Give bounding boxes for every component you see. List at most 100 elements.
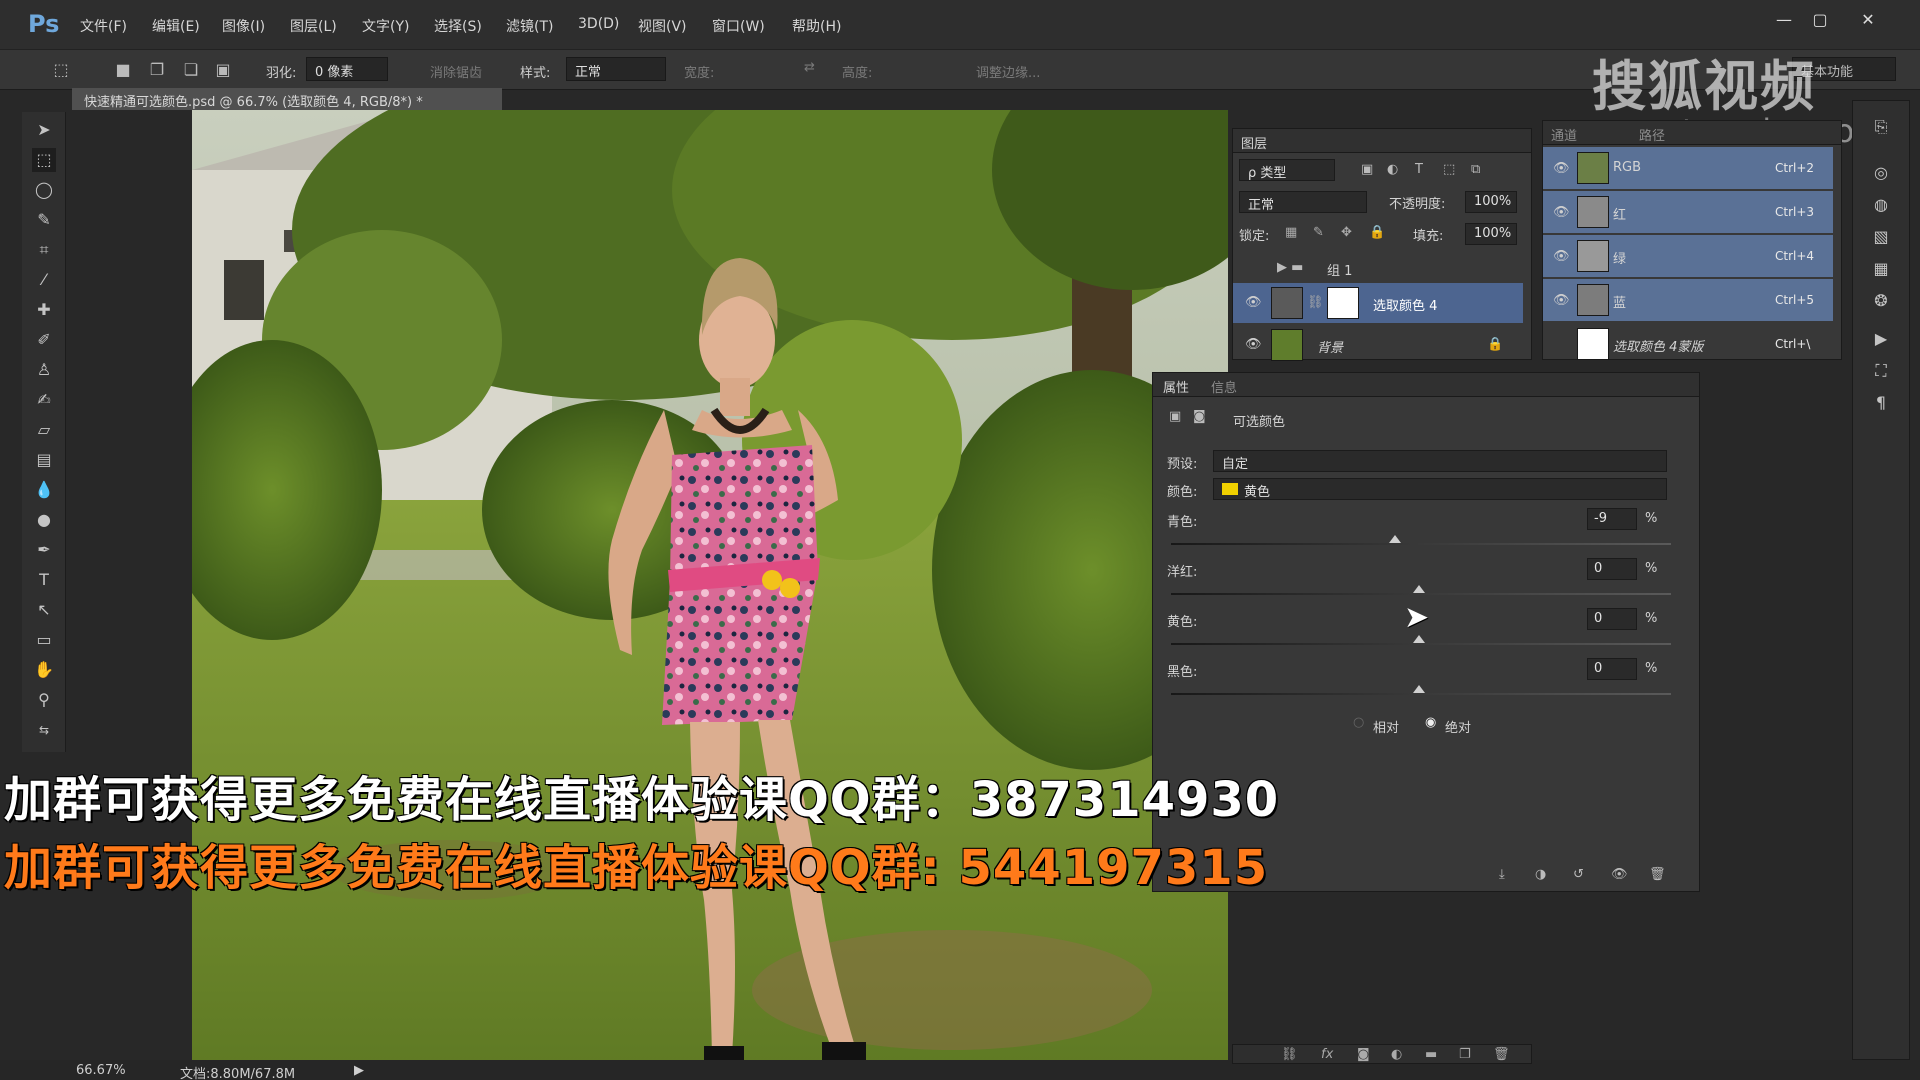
menu-edit[interactable]: 编辑(E): [152, 16, 200, 36]
marquee-tool-preset-icon[interactable]: ⬚: [50, 59, 72, 81]
toggle-visibility-icon[interactable]: 👁: [1611, 867, 1628, 882]
colors-select[interactable]: 黄色: [1213, 478, 1667, 500]
healing-tool-icon[interactable]: ✚: [32, 298, 56, 322]
magenta-value[interactable]: 0: [1587, 558, 1637, 580]
cyan-value[interactable]: -9: [1587, 508, 1637, 530]
color-panel-icon[interactable]: ◎: [1869, 161, 1893, 185]
lock-pixels-icon[interactable]: ✎: [1313, 225, 1324, 240]
path-select-icon[interactable]: ↖: [32, 598, 56, 622]
document-tab[interactable]: 快速精通可选颜色.psd @ 66.7% (选取颜色 4, RGB/8*) *: [72, 88, 502, 110]
blend-mode-select[interactable]: 正常: [1239, 191, 1367, 213]
layer-row-background[interactable]: 👁 背景 🔒: [1233, 325, 1523, 365]
visibility-eye-icon[interactable]: 👁: [1553, 205, 1570, 220]
styles-panel-icon[interactable]: ▧: [1869, 225, 1893, 249]
channel-row-red[interactable]: 👁 红 Ctrl+3: [1543, 191, 1833, 233]
history-panel-icon[interactable]: ⎘: [1869, 115, 1893, 139]
new-layer-icon[interactable]: ❐: [1459, 1047, 1471, 1062]
brush-panel-icon[interactable]: ❂: [1869, 289, 1893, 313]
menu-file[interactable]: 文件(F): [80, 16, 127, 36]
intersect-selection-icon[interactable]: ▣: [212, 59, 234, 81]
info-tab[interactable]: 信息: [1211, 377, 1237, 396]
adjust-filter-icon[interactable]: ◐: [1387, 162, 1398, 177]
relative-radio-icon[interactable]: ○: [1353, 715, 1364, 730]
history-brush-icon[interactable]: ✍: [32, 388, 56, 412]
paths-panel-icon[interactable]: ⛶: [1869, 359, 1893, 383]
add-mask-icon[interactable]: ◙: [1357, 1047, 1370, 1062]
channel-row-mask[interactable]: 选取颜色 4蒙版 Ctrl+\: [1543, 323, 1833, 365]
blur-tool-icon[interactable]: 💧: [32, 478, 56, 502]
menu-type[interactable]: 文字(Y): [362, 16, 409, 36]
status-menu-arrow-icon[interactable]: ▶: [354, 1063, 364, 1078]
cyan-slider-track[interactable]: [1171, 543, 1671, 545]
brush-tool-icon[interactable]: ✐: [32, 328, 56, 352]
delete-adjustment-icon[interactable]: 🗑: [1649, 867, 1666, 882]
eraser-tool-icon[interactable]: ▱: [32, 418, 56, 442]
smart-filter-icon[interactable]: ⧉: [1471, 162, 1480, 177]
swap-colors-icon[interactable]: ⇆: [32, 718, 56, 742]
dodge-tool-icon[interactable]: ●: [32, 508, 56, 532]
lock-position-icon[interactable]: ✥: [1341, 225, 1352, 240]
marquee-tool-icon[interactable]: ⬚: [32, 148, 56, 172]
stamp-tool-icon[interactable]: ♙: [32, 358, 56, 382]
reset-icon[interactable]: ↺: [1573, 867, 1584, 882]
magenta-slider-track[interactable]: [1171, 593, 1671, 595]
actions-panel-icon[interactable]: ▶: [1869, 327, 1893, 351]
lasso-tool-icon[interactable]: ◯: [32, 178, 56, 202]
feather-input[interactable]: 0 像素: [306, 57, 388, 81]
subtract-selection-icon[interactable]: ❏: [180, 59, 202, 81]
link-layers-icon[interactable]: ⛓: [1281, 1047, 1298, 1062]
swap-icon[interactable]: ⇄: [804, 60, 815, 75]
black-slider-knob[interactable]: [1413, 685, 1425, 693]
yellow-value[interactable]: 0: [1587, 608, 1637, 630]
yellow-slider-track[interactable]: [1171, 643, 1671, 645]
layers-tab[interactable]: 图层: [1241, 133, 1267, 152]
new-selection-icon[interactable]: ■: [112, 59, 134, 81]
zoom-tool-icon[interactable]: ⚲: [32, 688, 56, 712]
menu-view[interactable]: 视图(V): [638, 16, 687, 36]
pen-tool-icon[interactable]: ✒: [32, 538, 56, 562]
antialias-checkbox[interactable]: 消除锯齿: [430, 62, 482, 81]
character-panel-icon[interactable]: ¶: [1869, 391, 1893, 415]
paths-tab[interactable]: 路径: [1639, 125, 1665, 144]
shape-filter-icon[interactable]: ⬚: [1443, 162, 1455, 177]
gradient-tool-icon[interactable]: ▤: [32, 448, 56, 472]
shape-tool-icon[interactable]: ▭: [32, 628, 56, 652]
delete-layer-icon[interactable]: 🗑: [1493, 1047, 1510, 1062]
menu-filter[interactable]: 滤镜(T): [506, 16, 553, 36]
menu-3d[interactable]: 3D(D): [578, 16, 619, 32]
minimize-button[interactable]: —: [1770, 10, 1798, 30]
black-slider-track[interactable]: [1171, 693, 1671, 695]
fill-input[interactable]: 100%: [1465, 223, 1517, 245]
expand-arrow-icon[interactable]: ▶ ▬: [1277, 260, 1303, 275]
style-select[interactable]: 正常: [566, 57, 666, 81]
fx-icon[interactable]: fx: [1321, 1047, 1333, 1062]
visibility-eye-icon[interactable]: 👁: [1553, 293, 1570, 308]
new-group-icon[interactable]: ▬: [1425, 1047, 1437, 1062]
layer-mask-thumbnail[interactable]: [1327, 287, 1359, 319]
mask-mode-icon[interactable]: ◙: [1193, 409, 1206, 424]
swatches-panel-icon[interactable]: ◍: [1869, 193, 1893, 217]
quick-select-tool-icon[interactable]: ✎: [32, 208, 56, 232]
visibility-eye-icon[interactable]: 👁: [1553, 249, 1570, 264]
type-tool-icon[interactable]: T: [32, 568, 56, 592]
lock-transparent-icon[interactable]: ▦: [1285, 225, 1297, 240]
relative-radio-label[interactable]: 相对: [1373, 717, 1399, 736]
crop-tool-icon[interactable]: ⌗: [32, 238, 56, 262]
cyan-slider-knob[interactable]: [1389, 535, 1401, 543]
properties-tab[interactable]: 属性: [1163, 377, 1189, 396]
chain-link-icon[interactable]: ⛓: [1307, 295, 1324, 310]
absolute-radio-icon[interactable]: ◉: [1425, 715, 1436, 730]
refine-edge-button[interactable]: 调整边缘...: [976, 62, 1040, 81]
grid-panel-icon[interactable]: ▦: [1869, 257, 1893, 281]
visibility-eye-icon[interactable]: 👁: [1245, 295, 1262, 310]
eyedropper-tool-icon[interactable]: ⁄: [32, 268, 56, 292]
view-previous-icon[interactable]: ◑: [1535, 867, 1546, 882]
channel-row-green[interactable]: 👁 绿 Ctrl+4: [1543, 235, 1833, 277]
move-tool-icon[interactable]: ➤: [32, 118, 56, 142]
document-canvas[interactable]: [192, 110, 1228, 1066]
magenta-slider-knob[interactable]: [1413, 585, 1425, 593]
zoom-level[interactable]: 66.67%: [76, 1063, 126, 1078]
channel-row-blue[interactable]: 👁 蓝 Ctrl+5: [1543, 279, 1833, 321]
menu-window[interactable]: 窗口(W): [712, 16, 765, 36]
channels-tab[interactable]: 通道: [1551, 125, 1577, 144]
